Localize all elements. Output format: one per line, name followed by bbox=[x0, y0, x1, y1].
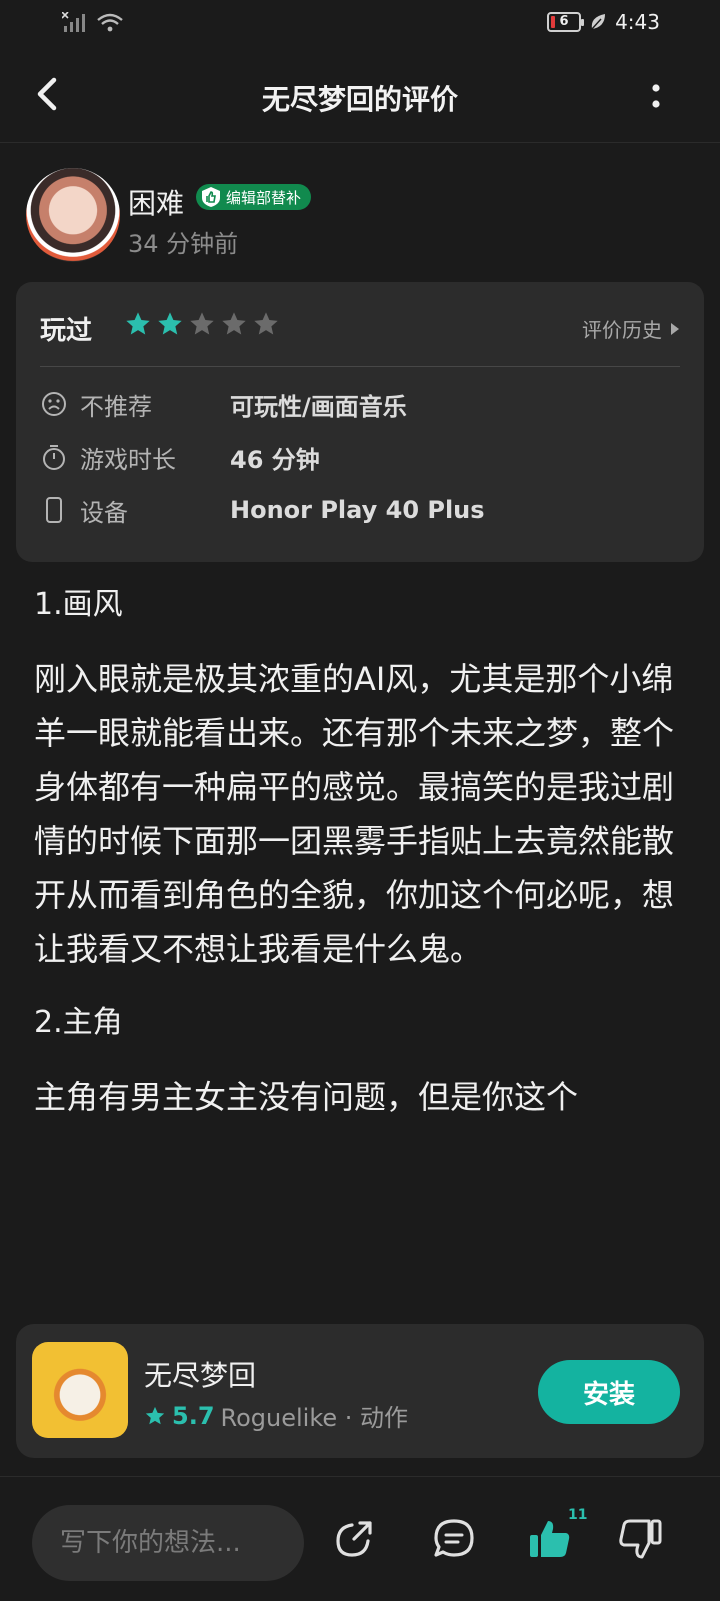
star-icon bbox=[145, 1406, 165, 1424]
signal-icon bbox=[62, 12, 85, 32]
share-icon[interactable] bbox=[330, 1515, 378, 1563]
frown-face-icon bbox=[42, 392, 66, 416]
editor-badge: 编辑部替补 bbox=[196, 184, 312, 210]
status-right: 6 4:43 bbox=[547, 10, 660, 34]
device-label: 设备 bbox=[80, 498, 128, 527]
divider bbox=[40, 366, 680, 367]
section-heading-art-style: 1.画风 bbox=[34, 587, 123, 622]
status-bar: 6 4:43 bbox=[0, 0, 720, 48]
page-title: 无尽梦回的评价 bbox=[261, 83, 458, 116]
review-summary-card: 玩过 评价历史 不推荐 可玩性/画面音乐 游戏时长 46 分钟 设备 Honor… bbox=[16, 282, 704, 562]
thumbs-up-icon[interactable] bbox=[526, 1515, 574, 1563]
device-row: 设备 Honor Play 40 Plus bbox=[40, 490, 680, 530]
clock: 4:43 bbox=[615, 10, 660, 34]
battery-icon: 6 bbox=[547, 12, 585, 32]
star-empty-icon bbox=[254, 312, 278, 335]
status-left bbox=[62, 12, 124, 34]
comment-input[interactable] bbox=[32, 1505, 304, 1581]
wifi-icon bbox=[97, 13, 123, 32]
thumbs-down-icon[interactable] bbox=[616, 1515, 664, 1563]
star-filled-icon bbox=[158, 312, 182, 335]
bottom-action-bar: 11 bbox=[0, 1476, 720, 1601]
phone-device-icon bbox=[46, 497, 62, 523]
paragraph-art-style: 刚入眼就是极其浓重的AI风，尤其是那个小绵羊一眼就能看出来。还有那个未来之梦，整… bbox=[34, 660, 675, 968]
playtime-label: 游戏时长 bbox=[80, 445, 176, 474]
review-history-label: 评价历史 bbox=[582, 318, 662, 342]
avatar[interactable] bbox=[26, 168, 120, 262]
section-heading-protagonist: 2.主角 bbox=[34, 1005, 123, 1040]
install-button[interactable]: 安装 bbox=[538, 1360, 680, 1424]
star-rating bbox=[124, 310, 280, 338]
like-count: 11 bbox=[568, 1507, 588, 1523]
username[interactable]: 困难 bbox=[128, 182, 184, 222]
battery-level: 6 bbox=[559, 14, 569, 29]
device-value: Honor Play 40 Plus bbox=[230, 496, 485, 524]
star-filled-icon bbox=[126, 312, 150, 335]
badge-label: 编辑部替补 bbox=[226, 188, 302, 207]
more-vertical-icon[interactable] bbox=[644, 80, 668, 116]
app-rating: 5.7 bbox=[172, 1401, 215, 1430]
thumb-shield-icon bbox=[202, 187, 220, 207]
star-empty-icon bbox=[222, 312, 246, 335]
app-tags: Roguelike · 动作 bbox=[220, 1404, 409, 1432]
star-empty-icon bbox=[190, 312, 214, 335]
recommend-label: 不推荐 bbox=[80, 392, 152, 421]
recommend-value: 可玩性/画面音乐 bbox=[230, 392, 407, 421]
stopwatch-icon bbox=[43, 445, 65, 470]
recommend-row: 不推荐 可玩性/画面音乐 bbox=[40, 384, 680, 424]
paragraph-protagonist: 主角有男主女主没有问题，但是你这个 bbox=[34, 1078, 579, 1116]
post-time: 34 分钟前 bbox=[128, 230, 239, 258]
app-meta: 5.7 Roguelike · 动作 bbox=[144, 1398, 408, 1433]
app-name: 无尽梦回 bbox=[144, 1359, 257, 1392]
app-icon bbox=[32, 1342, 128, 1438]
caret-right-icon bbox=[671, 322, 679, 335]
playtime-value: 46 分钟 bbox=[230, 445, 320, 474]
leaf-icon bbox=[591, 14, 606, 30]
app-card[interactable]: 无尽梦回 5.7 Roguelike · 动作 安装 bbox=[16, 1324, 704, 1458]
played-status: 玩过 bbox=[40, 316, 93, 346]
comment-icon[interactable] bbox=[430, 1515, 478, 1563]
top-app-bar: 无尽梦回的评价 bbox=[0, 56, 720, 143]
review-text: 1.画风 刚入眼就是极其浓重的AI风，尤其是那个小绵羊一眼就能看出来。还有那个未… bbox=[34, 584, 684, 1124]
playtime-row: 游戏时长 46 分钟 bbox=[40, 437, 680, 477]
review-history-link[interactable]: 评价历史 bbox=[582, 314, 680, 343]
